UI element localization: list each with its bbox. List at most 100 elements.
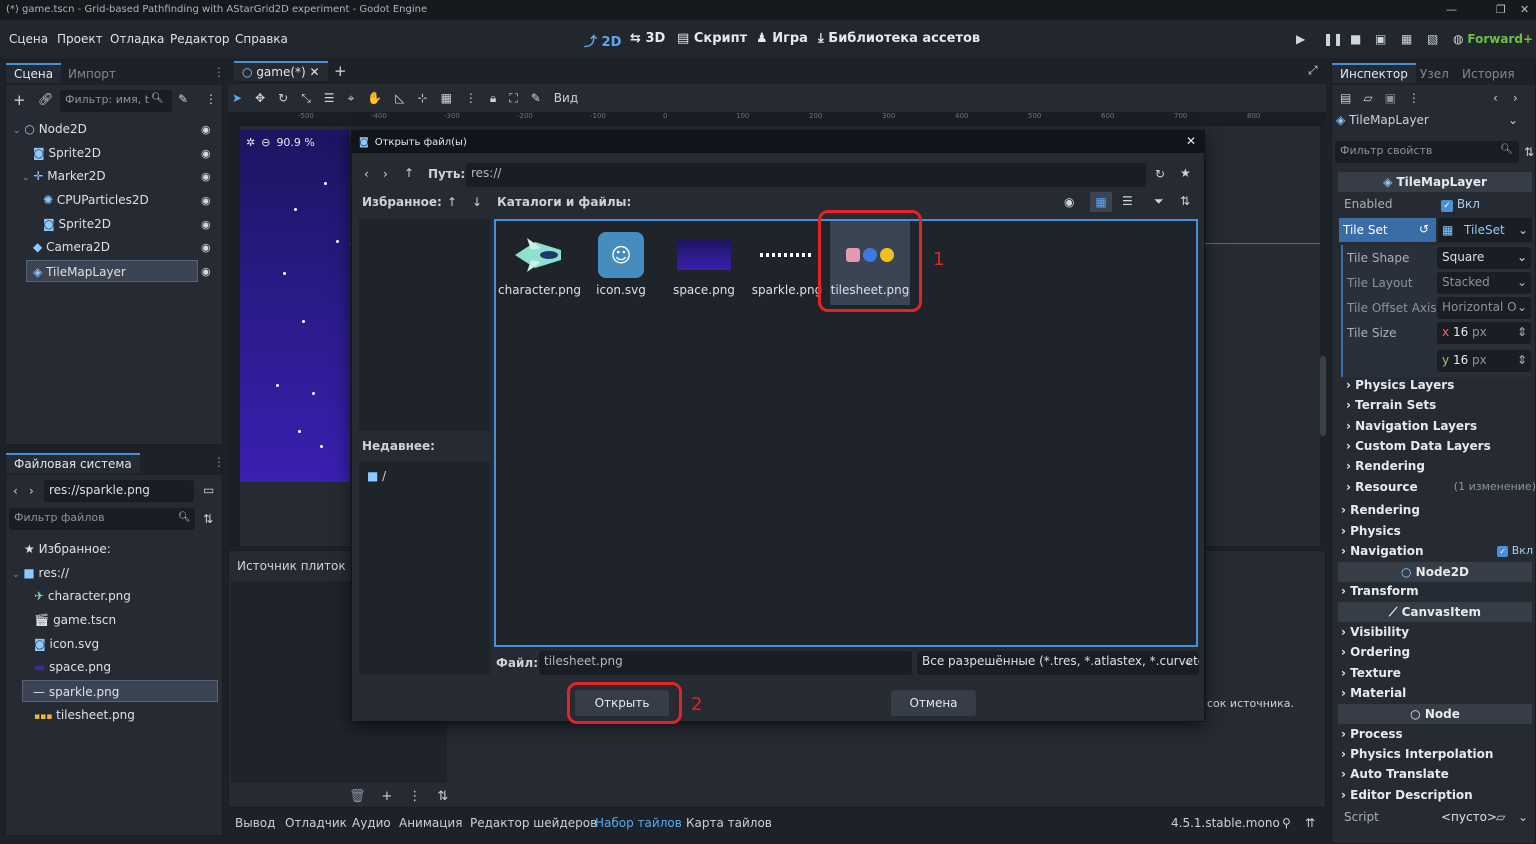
- scale-tool-icon[interactable]: ⤡: [301, 91, 311, 106]
- section-resource[interactable]: › Resource (1 изменение): [1346, 480, 1536, 494]
- enabled-checkbox[interactable]: ✓ Вкл: [1441, 197, 1480, 212]
- section-auto-translate[interactable]: › Auto Translate: [1341, 767, 1531, 781]
- tab-debugger[interactable]: Отладчик: [285, 816, 347, 830]
- navigation-enabled-checkbox[interactable]: ✓ Вкл: [1497, 544, 1533, 557]
- tab-inspector[interactable]: Инспектор: [1332, 63, 1416, 83]
- mode-2d-button[interactable]: ⤴ 2D: [584, 31, 621, 50]
- section-physics-interpolation[interactable]: › Physics Interpolation: [1341, 747, 1531, 761]
- path-input[interactable]: res://: [466, 163, 1146, 187]
- split-view-icon[interactable]: ▭: [203, 483, 214, 497]
- tab-history[interactable]: История: [1454, 65, 1523, 83]
- tab-audio[interactable]: Аудио: [352, 816, 391, 830]
- script-attach-icon[interactable]: ✎: [178, 92, 188, 106]
- view-menu[interactable]: Вид: [554, 91, 578, 105]
- file-filter-select[interactable]: Все разрешённые (*.tres, *.atlastex, *.c…: [917, 651, 1199, 675]
- tree-node-marker2d[interactable]: ⌄ ✛ Marker2D: [22, 165, 106, 187]
- visibility-eye-icon[interactable]: ◉: [201, 123, 211, 136]
- script-load-icon[interactable]: ▱: [1496, 810, 1505, 824]
- list-view-icon[interactable]: ☰: [1122, 194, 1133, 208]
- favorite-star-icon[interactable]: ★: [1180, 166, 1191, 180]
- maximize-button[interactable]: ❐: [1496, 3, 1506, 16]
- close-window-button[interactable]: ✕: [1520, 3, 1529, 16]
- pivot-tool-icon[interactable]: ⌖: [348, 91, 355, 106]
- sort-icon[interactable]: ⇅: [1180, 194, 1190, 208]
- snap-icon[interactable]: ⊹: [418, 91, 428, 105]
- parent-dir-icon[interactable]: ↑: [404, 166, 414, 180]
- tile-size-y-input[interactable]: y 16 px ⇕: [1437, 350, 1531, 372]
- visibility-eye-icon[interactable]: ◉: [201, 170, 211, 183]
- forward-icon[interactable]: ›: [29, 484, 34, 498]
- menu-project[interactable]: Проект: [57, 32, 103, 46]
- pin-icon[interactable]: ⚲: [1282, 816, 1291, 830]
- file-item[interactable]: ▪▪▪ tilesheet.png: [34, 704, 135, 726]
- tab-filesystem[interactable]: Файловая система: [6, 453, 140, 473]
- file-tile-character[interactable]: character.png: [498, 231, 581, 297]
- more-icon[interactable]: ⋮: [1408, 91, 1420, 105]
- file-tile-icon[interactable]: ☺ icon.svg: [581, 231, 661, 297]
- mode-script-button[interactable]: ▤ Скрипт: [677, 31, 747, 46]
- file-tile-space[interactable]: space.png: [664, 231, 744, 297]
- section-visibility[interactable]: › Visibility: [1341, 625, 1531, 639]
- new-resource-icon[interactable]: ▤: [1340, 91, 1351, 105]
- save-resource-icon[interactable]: ▣: [1385, 91, 1396, 105]
- property-filter-input[interactable]: Фильтр свойств 🔍︎: [1335, 141, 1519, 163]
- mode-3d-button[interactable]: ⇆ 3D: [630, 31, 665, 46]
- play-icon[interactable]: ▶: [1296, 32, 1305, 46]
- section-texture[interactable]: › Texture: [1341, 666, 1531, 680]
- section-rendering[interactable]: › Rendering: [1341, 503, 1531, 517]
- play-custom-icon[interactable]: ▧: [1427, 32, 1438, 46]
- more-icon[interactable]: ⋮: [408, 789, 421, 804]
- zoom-out-icon[interactable]: ⊖: [261, 136, 270, 149]
- viewport-scrollbar[interactable]: [1320, 126, 1326, 546]
- tab-tilemap[interactable]: Карта тайлов: [686, 816, 772, 830]
- visibility-eye-icon[interactable]: ◉: [201, 241, 211, 254]
- rotate-tool-icon[interactable]: ↻: [278, 91, 288, 105]
- distraction-free-icon[interactable]: ⤢: [1308, 63, 1318, 78]
- history-back-icon[interactable]: ‹: [1493, 91, 1498, 105]
- add-node-icon[interactable]: +: [13, 91, 26, 109]
- file-item[interactable]: ▬ space.png: [34, 656, 111, 678]
- play-scene-icon[interactable]: ▦: [1401, 32, 1412, 46]
- menu-help[interactable]: Справка: [235, 32, 288, 46]
- menu-scene[interactable]: Сцена: [9, 32, 48, 46]
- tree-node-camera2d[interactable]: ◆ Camera2D: [33, 236, 110, 258]
- show-hidden-icon[interactable]: ◉: [1064, 195, 1074, 209]
- tree-node-tilemaplayer[interactable]: ◈ TileMapLayer: [26, 260, 198, 282]
- tile-layout-select[interactable]: Stacked ⌄: [1437, 272, 1531, 294]
- back-icon[interactable]: ‹: [364, 167, 369, 181]
- res-root-item[interactable]: ⌄ ■ res://: [12, 562, 69, 584]
- tab-tile-source[interactable]: Источник плиток: [237, 559, 346, 573]
- visibility-eye-icon[interactable]: ◉: [201, 265, 211, 278]
- section-editor-description[interactable]: › Editor Description: [1341, 788, 1531, 802]
- select-tool-icon[interactable]: ➤: [232, 91, 242, 105]
- close-dialog-icon[interactable]: ✕: [1186, 134, 1196, 148]
- section-process[interactable]: › Process: [1341, 727, 1531, 741]
- menu-editor[interactable]: Редактор: [170, 32, 229, 46]
- delete-icon[interactable]: 🗑︎: [349, 789, 366, 804]
- tree-node-sprite2d[interactable]: ◙ Sprite2D: [33, 142, 101, 164]
- node-selector[interactable]: ◈ TileMapLayer ⌄: [1336, 113, 1522, 135]
- file-item[interactable]: ✈ character.png: [34, 585, 131, 607]
- favorites-item[interactable]: ★ Избранное:: [24, 538, 111, 560]
- add-icon[interactable]: +: [382, 789, 393, 804]
- more-icon[interactable]: ⋮: [465, 91, 477, 105]
- tileset-resource-picker[interactable]: ▦ TileSet ⌄: [1438, 218, 1532, 242]
- tile-shape-select[interactable]: Square ⌄: [1437, 247, 1531, 269]
- chevron-down-icon[interactable]: ⌄: [1518, 810, 1528, 824]
- tree-node-cpuparticles2d[interactable]: ✺ CPUParticles2D: [43, 189, 149, 211]
- open-resource-icon[interactable]: ▱: [1363, 91, 1372, 105]
- visibility-eye-icon[interactable]: ◉: [201, 147, 211, 160]
- remote-debug-icon[interactable]: ▣: [1375, 32, 1386, 46]
- tab-game-scene[interactable]: ○ game(*) ✕: [234, 61, 328, 81]
- cancel-button[interactable]: Отмена: [891, 690, 976, 716]
- refresh-icon[interactable]: ↻: [1155, 167, 1165, 181]
- file-item-selected[interactable]: — sparkle.png: [22, 680, 218, 702]
- section-ordering[interactable]: › Ordering: [1341, 645, 1531, 659]
- recent-list[interactable]: ■ /: [359, 461, 490, 675]
- filesystem-filter-input[interactable]: Фильтр файлов: [9, 508, 195, 530]
- section-material[interactable]: › Material: [1341, 686, 1531, 700]
- renderer-selector[interactable]: Forward+: [1467, 32, 1533, 46]
- recent-item[interactable]: ■ /: [367, 469, 386, 483]
- sort-icon[interactable]: ⇅: [203, 512, 213, 526]
- tile-offset-axis-select[interactable]: Horizontal O ⌄: [1437, 297, 1531, 319]
